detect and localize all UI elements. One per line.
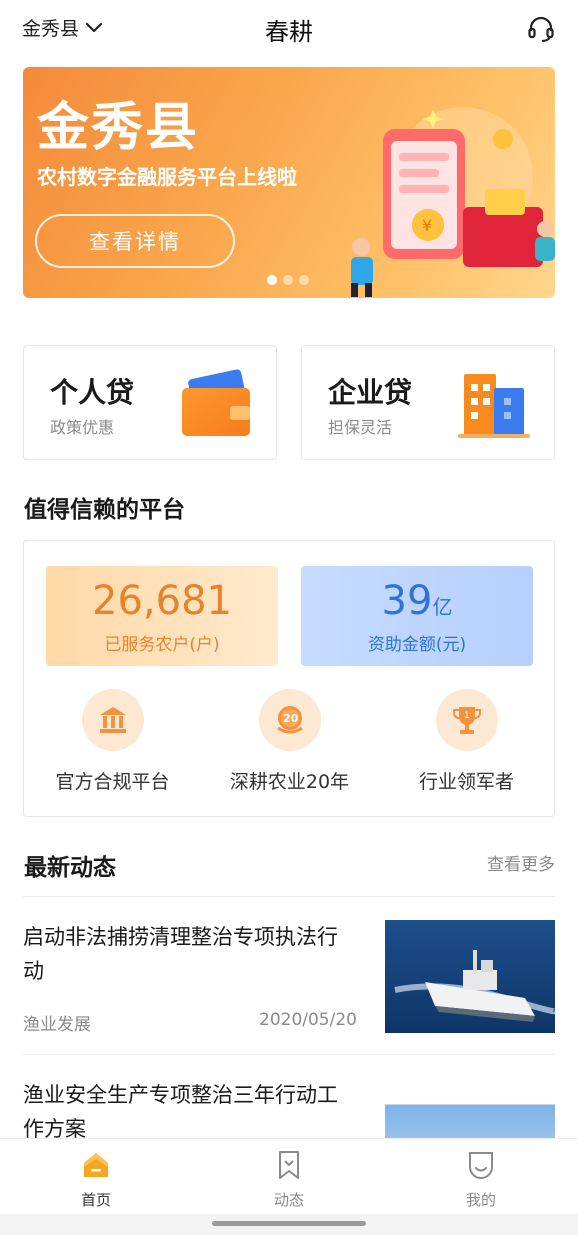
building-icon (458, 374, 530, 438)
news-thumbnail (385, 920, 555, 1033)
news-item[interactable]: 启动非法捕捞清理整治专项执法行动 渔业发展 2020/05/20 (23, 920, 555, 1035)
personal-loan-card[interactable]: 个人贷 政策优惠 (23, 345, 277, 460)
news-date: 2020/05/20 (259, 1010, 357, 1030)
pagination-dot[interactable] (267, 275, 277, 285)
loan-subtitle: 担保灵活 (328, 418, 393, 437)
wallet-icon (182, 369, 250, 436)
svg-text:20: 20 (283, 712, 299, 725)
profile-icon (469, 1152, 493, 1179)
news-item[interactable]: 渔业安全生产专项整治三年行动工作方案 (23, 1078, 555, 1138)
svg-text:¥: ¥ (422, 216, 432, 235)
feature-experience: 20 深耕农业20年 (201, 689, 378, 794)
home-icon (84, 1153, 108, 1177)
stat-label: 已服务农户(户) (104, 635, 220, 655)
business-loan-card[interactable]: 企业贷 担保灵活 (301, 345, 555, 460)
promo-banner[interactable]: 金秀县 农村数字金融服务平台上线啦 查看详情 ¥ (23, 67, 555, 298)
pagination-dot[interactable] (283, 275, 293, 285)
trust-panel: 26,681 已服务农户(户) 39亿 资助金额(元) 官方合规平台 20 深耕… (23, 540, 555, 817)
svg-text:1: 1 (464, 711, 470, 721)
pagination-dot[interactable] (299, 275, 309, 285)
feature-label: 深耕农业20年 (229, 771, 350, 793)
top-bar: 金秀县 春耕 (0, 0, 578, 58)
badge-20-icon: 20 (258, 689, 321, 751)
loan-title: 企业贷 (328, 376, 413, 409)
divider (23, 896, 555, 897)
news-title: 启动非法捕捞清理整治专项执法行动 (23, 925, 338, 983)
view-more-link[interactable]: 查看更多 (487, 850, 555, 875)
home-indicator[interactable] (212, 1221, 366, 1226)
view-details-button[interactable]: 查看详情 (35, 214, 235, 268)
stat-label: 资助金额(元) (367, 635, 467, 655)
banner-pagination (267, 275, 309, 285)
stat-number: 39 (381, 578, 433, 624)
stat-number: 26,681 (92, 578, 232, 624)
stat-unit: 亿 (432, 595, 453, 619)
news-title: 渔业安全生产专项整治三年行动工作方案 (23, 1083, 338, 1138)
news-heading: 最新动态 (24, 855, 116, 881)
feature-label: 官方合规平台 (55, 771, 170, 793)
divider (23, 1054, 555, 1055)
bookmark-icon (279, 1151, 299, 1179)
trophy-icon: 1 (435, 689, 498, 751)
trust-heading: 值得信赖的平台 (24, 497, 185, 523)
page-title: 春耕 (265, 18, 313, 46)
feature-label: 行业领军者 (418, 771, 514, 793)
system-gesture-bar (0, 1214, 578, 1235)
nav-label: 首页 (80, 1191, 111, 1209)
feature-leader: 1 行业领军者 (378, 689, 555, 794)
banner-subtitle: 农村数字金融服务平台上线啦 (37, 165, 297, 189)
stat-value: 39亿 (301, 578, 533, 624)
bank-icon (81, 689, 144, 751)
nav-label: 动态 (273, 1191, 304, 1209)
stat-value: 26,681 (46, 578, 278, 624)
banner-title: 金秀县 (37, 98, 200, 158)
nav-tab-profile[interactable]: 我的 (441, 1149, 521, 1210)
loan-subtitle: 政策优惠 (50, 418, 115, 437)
news-thumbnail (385, 1104, 555, 1138)
farmers-served-stat: 26,681 已服务农户(户) (46, 566, 278, 666)
banner-illustration: ¥ (351, 107, 555, 297)
nav-label: 我的 (465, 1191, 496, 1209)
funding-amount-stat: 39亿 资助金额(元) (301, 566, 533, 666)
feature-compliance: 官方合规平台 (24, 689, 201, 794)
headset-icon[interactable] (526, 14, 556, 44)
loan-title: 个人贷 (50, 376, 135, 409)
bottom-navigation: 首页 动态 我的 (0, 1138, 578, 1214)
nav-tab-home[interactable]: 首页 (56, 1149, 136, 1210)
nav-tab-news[interactable]: 动态 (249, 1149, 329, 1210)
news-category: 渔业发展 (23, 1015, 91, 1035)
